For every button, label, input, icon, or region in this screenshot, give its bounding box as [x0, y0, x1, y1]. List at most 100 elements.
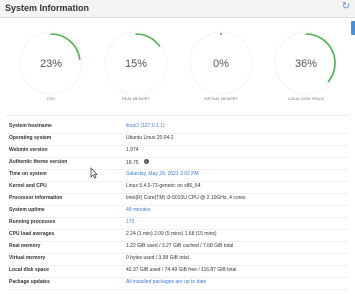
- gauge-track-dot: [153, 87, 155, 89]
- reload-icon[interactable]: ↻: [341, 2, 351, 12]
- gauge-track-dot: [63, 34, 65, 36]
- row-value-wrap: 19.75 i: [126, 159, 149, 166]
- gauge-track-dot: [53, 93, 55, 95]
- gauge-track-dot: [228, 32, 230, 34]
- gauge-track-dot: [193, 78, 195, 79]
- gauge-track-dot: [25, 44, 27, 46]
- gauge-track-dot: [110, 44, 112, 46]
- gauge-track-dot: [164, 51, 166, 53]
- gauge-track-dot: [78, 75, 80, 77]
- gauge-track-dot: [333, 75, 335, 77]
- gauge-track-dot: [75, 80, 77, 82]
- gauge-track-dot: [276, 51, 278, 53]
- gauge-track-dot: [332, 47, 334, 48]
- gauge-track-dot: [225, 32, 227, 33]
- package-updates-link[interactable]: All installed packages are up to date: [126, 279, 206, 285]
- gauge-track-dot: [127, 92, 129, 94]
- gauge-track-dot: [151, 89, 152, 91]
- real-memory-gauge[interactable]: 15% REAL MEMORY: [101, 28, 177, 112]
- row-value: Intel(R) Core(TM) i3-5010U CPU @ 2.10GHz…: [126, 195, 246, 201]
- gauge-track-dot: [80, 54, 82, 56]
- gauge-track-dot: [287, 87, 289, 89]
- cpu-gauge[interactable]: 23% CPU: [16, 28, 92, 112]
- gauge-track-dot: [61, 33, 63, 35]
- info-icon[interactable]: i: [143, 159, 149, 164]
- gauge-track-dot: [106, 73, 108, 75]
- gauge-zero-marker: [220, 33, 222, 35]
- gauge-track-dot: [143, 92, 145, 94]
- virtual-memory-gauge[interactable]: 0% VIRTUAL MEMORY: [186, 28, 262, 112]
- gauge-track-dot: [334, 73, 336, 75]
- gauge-track-dot: [335, 70, 337, 72]
- gauge-track-dot: [292, 90, 294, 92]
- gauge-track-dot: [196, 82, 198, 84]
- gauge-track-dot: [140, 32, 142, 33]
- gauge-track-dot: [207, 90, 209, 92]
- gauge-track-dot: [196, 42, 198, 44]
- gauge-track-dot: [162, 78, 164, 79]
- gauge-track-dot: [70, 86, 72, 88]
- row-value: 0 bytes used / 3.99 GiB total: [126, 255, 189, 261]
- gauge-track-dot: [23, 78, 25, 79]
- gauge-track-dot: [195, 80, 197, 82]
- gauge-track-dot: [50, 93, 52, 95]
- gauge-track-dot: [190, 70, 192, 72]
- gauge-track-dot: [217, 31, 219, 33]
- gauge-track-dot: [200, 38, 202, 40]
- hostname-link[interactable]: linux2 (127.0.1.1): [126, 123, 165, 129]
- gauge-track-dot: [225, 93, 227, 94]
- gauge-track-dot: [280, 44, 282, 46]
- gauge-track-dot: [163, 49, 165, 51]
- gauge-track-dot: [231, 33, 233, 35]
- gauge-track-dot: [72, 84, 74, 86]
- gauge-track-dot: [297, 32, 299, 34]
- gauge-track-dot: [276, 73, 278, 75]
- gauge-track-dot: [327, 40, 329, 42]
- local-disk-space-gauge[interactable]: 36% LOCAL DISK SPACE: [271, 28, 347, 112]
- gauge-track-dot: [316, 91, 318, 93]
- gauge-track-dot: [113, 84, 115, 86]
- gauge-track-dot: [212, 92, 214, 94]
- gauge-track-dot: [47, 31, 49, 33]
- gauge-track-dot: [37, 34, 39, 36]
- gauge-track-dot: [200, 86, 202, 88]
- system-uptime-link[interactable]: 49 minutes: [126, 207, 150, 213]
- gauge-track-dot: [220, 93, 222, 95]
- gauge-track-dot: [310, 93, 312, 94]
- gauge-track-dot: [130, 93, 132, 94]
- gauge-track-dot: [165, 70, 167, 72]
- row-value: 1.974: [126, 147, 139, 153]
- running-processes-link[interactable]: 170: [126, 219, 134, 225]
- row-label: Local disk space: [9, 267, 50, 273]
- gauge-track-dot: [66, 89, 67, 91]
- gauge-track-dot: [45, 32, 47, 33]
- gauge-track-dot: [42, 32, 44, 34]
- gauge-track-dot: [245, 44, 247, 46]
- gauge-track-dot: [275, 70, 277, 72]
- gauge-track-dot: [47, 93, 49, 95]
- gauge-track-dot: [32, 37, 34, 39]
- theme-version-value: 19.75: [126, 160, 139, 166]
- row-value: Ubuntu Linux 20.04.2: [126, 135, 174, 141]
- gauge-track-dot: [78, 49, 80, 51]
- gauge-track-dot: [313, 92, 315, 94]
- system-information-panel: System Information ↻ 23% CPU 15% REAL ME…: [0, 0, 355, 300]
- gauge-track-dot: [223, 93, 225, 95]
- gauge-track-dot: [240, 86, 242, 88]
- gauge-track-dot: [220, 31, 222, 33]
- gauge-track-dot: [247, 78, 249, 79]
- gauge-track-dot: [278, 78, 280, 79]
- gauge-track-dot: [335, 54, 337, 56]
- gauge-track-dot: [140, 93, 142, 94]
- gauge-track-dot: [32, 87, 34, 89]
- gauge-track-dot: [113, 40, 115, 42]
- gauge-track-dot: [205, 35, 206, 37]
- gauge-track-dot: [290, 35, 291, 37]
- gauge-track-dot: [313, 32, 315, 34]
- time-on-system-link[interactable]: Saturday, May 29, 2021 2:02 PM: [126, 171, 199, 177]
- gauge-track-dot: [245, 80, 247, 82]
- gauge-track-dot: [290, 89, 291, 91]
- gauge-track-dot: [297, 92, 299, 94]
- gauge-track-dot: [75, 44, 77, 46]
- gauge-track-dot: [249, 73, 251, 75]
